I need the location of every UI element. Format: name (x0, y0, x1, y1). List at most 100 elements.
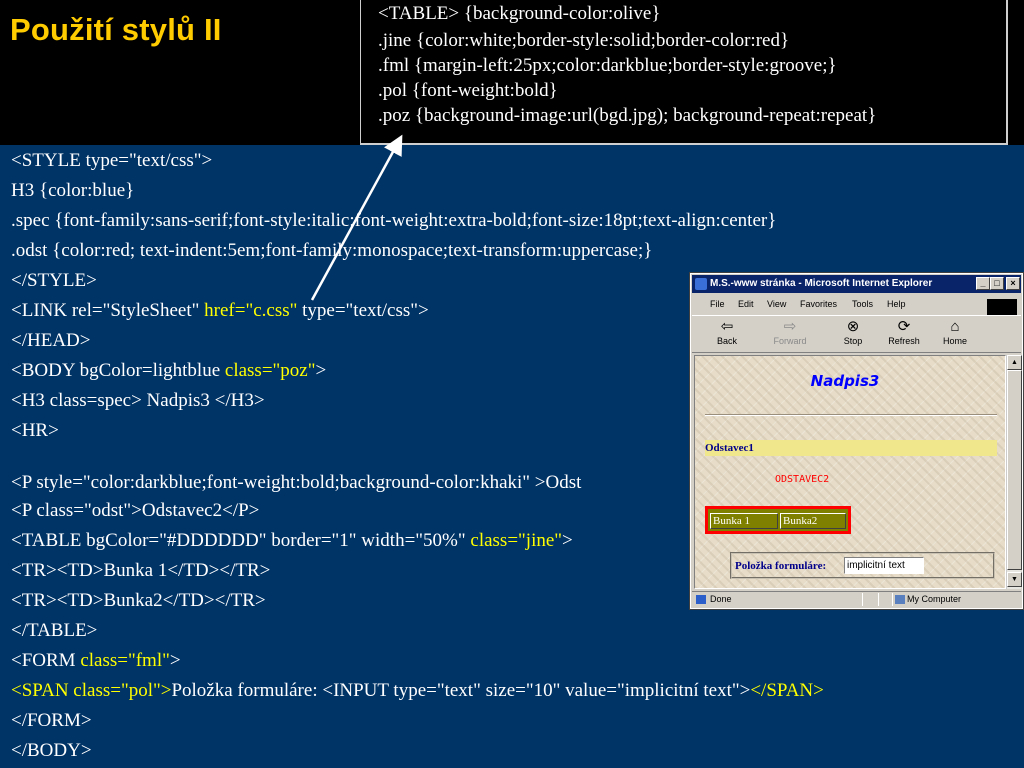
code-line: <HR> (11, 420, 59, 442)
menu-bar: File Edit View Favorites Tools Help (692, 294, 1021, 316)
back-arrow-icon: ⇦ (720, 318, 734, 335)
vertical-scrollbar[interactable]: ▲ ▼ (1006, 355, 1022, 589)
forward-button[interactable]: ⇨ Forward (769, 318, 811, 352)
refresh-label: Refresh (888, 336, 920, 346)
security-zone: My Computer (907, 594, 962, 604)
form-label: Položka formuláre: (735, 560, 827, 572)
code-line: .spec {font-family:sans-serif;font-style… (11, 210, 776, 232)
code-line: <BODY bgColor=lightblue class="poz"> (11, 360, 326, 382)
page-form: Položka formuláre: (730, 552, 995, 579)
computer-icon (895, 595, 905, 604)
refresh-button[interactable]: ⟳ Refresh (883, 318, 925, 352)
code-highlight: class="fml" (80, 650, 170, 671)
form-text-input[interactable] (844, 557, 924, 574)
code-highlight: <SPAN class="pol"> (11, 680, 172, 701)
code-line: <STYLE type="text/css"> (11, 150, 212, 172)
code-text: <HR> (11, 420, 59, 441)
code-text: </STYLE> (11, 270, 97, 291)
code-text: > (315, 360, 327, 381)
css-rule-line: <TABLE> {background-color:olive} (378, 3, 661, 24)
forward-arrow-icon: ⇨ (783, 318, 797, 335)
code-text: <STYLE type="text/css"> (11, 150, 213, 171)
code-line: <TR><TD>Bunka 1</TD></TR> (11, 560, 270, 582)
browser-toolbar: ⇦ Back ⇨ Forward ⊗ Stop ⟳ Refresh ⌂ Home (692, 315, 1021, 353)
code-line: <TR><TD>Bunka2</TD></TR> (11, 590, 266, 612)
code-line: <P style="color:darkblue;font-weight:bol… (11, 472, 581, 494)
code-text: <LINK rel="StyleSheet" (11, 300, 205, 321)
code-text: <P class="odst">Odstavec2</P> (11, 500, 260, 521)
slide-title: Použití stylů II (10, 12, 222, 47)
status-text: Done (710, 594, 732, 604)
code-text: .odst {color:red; text-indent:5em;font-f… (11, 240, 653, 261)
code-line: </FORM> (11, 710, 92, 732)
code-highlight: class="poz" (224, 360, 316, 381)
code-text: > (169, 650, 181, 671)
code-line: <TABLE bgColor="#DDDDDD" border="1" widt… (11, 530, 573, 552)
code-text: Položka formuláre: <INPUT type="text" si… (171, 680, 751, 701)
code-text: </FORM> (11, 710, 92, 731)
menu-view[interactable]: View (767, 299, 786, 309)
code-line: <SPAN class="pol">Položka formuláre: <IN… (11, 680, 824, 702)
page-heading: Nadpis3 (810, 372, 880, 390)
css-rule-line: .poz {background-image:url(bgd.jpg); bac… (378, 105, 877, 126)
maximize-button[interactable]: □ (990, 277, 1004, 290)
stop-button[interactable]: ⊗ Stop (832, 318, 874, 352)
code-line: <P class="odst">Odstavec2</P> (11, 500, 259, 522)
paragraph-two: ODSTAVEC2 (775, 474, 830, 485)
home-button[interactable]: ⌂ Home (934, 318, 976, 352)
menu-favorites[interactable]: Favorites (800, 299, 837, 309)
windows-logo-icon (987, 299, 1017, 316)
stop-label: Stop (843, 336, 863, 346)
code-text: > (562, 530, 573, 551)
menu-help[interactable]: Help (887, 299, 906, 309)
back-label: Back (716, 336, 737, 346)
code-text: <BODY bgColor=lightblue (11, 360, 225, 381)
table-cell: Bunka2 (780, 513, 846, 529)
code-line: <LINK rel="StyleSheet" href="c.css" type… (11, 300, 429, 322)
scroll-up-icon[interactable]: ▲ (1007, 355, 1022, 370)
scroll-down-icon[interactable]: ▼ (1007, 572, 1022, 587)
browser-titlebar[interactable]: M.S.-www stránka - Microsoft Internet Ex… (692, 275, 1021, 293)
code-text: <FORM (11, 650, 81, 671)
code-highlight: class="jine" (470, 530, 563, 551)
refresh-icon: ⟳ (897, 318, 911, 335)
code-text: </TABLE> (11, 620, 98, 641)
scroll-thumb[interactable] (1007, 370, 1022, 570)
close-button[interactable]: × (1006, 277, 1020, 290)
code-line: </HEAD> (11, 330, 90, 352)
status-separator (862, 593, 863, 606)
status-bar: Done My Computer (692, 591, 1021, 607)
code-text: </BODY> (11, 740, 92, 761)
code-line: </TABLE> (11, 620, 97, 642)
home-label: Home (942, 336, 967, 346)
status-separator (892, 593, 893, 606)
status-separator (878, 593, 879, 606)
code-line: <FORM class="fml"> (11, 650, 181, 672)
minimize-button[interactable]: _ (976, 277, 990, 290)
page-icon (696, 595, 706, 604)
css-rule-line: .pol {font-weight:bold} (378, 80, 558, 101)
menu-tools[interactable]: Tools (852, 299, 873, 309)
browser-content: Nadpis3 Odstavec1 ODSTAVEC2 Bunka 1 Bunk… (694, 355, 1006, 589)
back-button[interactable]: ⇦ Back (706, 318, 748, 352)
code-text: <TABLE bgColor="#DDDDDD" border="1" widt… (11, 530, 471, 551)
code-line: .odst {color:red; text-indent:5em;font-f… (11, 240, 652, 262)
code-text: H3 {color:blue} (11, 180, 135, 201)
css-rule-line: .jine {color:white;border-style:solid;bo… (378, 30, 790, 51)
menu-edit[interactable]: Edit (738, 299, 754, 309)
table-cell: Bunka 1 (710, 513, 778, 529)
stop-icon: ⊗ (846, 318, 860, 335)
code-text: <TR><TD>Bunka2</TD></TR> (11, 590, 266, 611)
browser-window: M.S.-www stránka - Microsoft Internet Ex… (689, 272, 1024, 610)
code-text: <H3 class=spec> Nadpis3 </H3> (11, 390, 265, 411)
browser-title: M.S.-www stránka - Microsoft Internet Ex… (710, 278, 933, 289)
code-text: <TR><TD>Bunka 1</TD></TR> (11, 560, 271, 581)
forward-label: Forward (773, 336, 807, 346)
ie-app-icon (695, 278, 707, 290)
css-rule-line: .fml {margin-left:25px;color:darkblue;bo… (378, 55, 837, 76)
menu-file[interactable]: File (710, 299, 725, 309)
paragraph-one: Odstavec1 (705, 440, 997, 456)
code-line: H3 {color:blue} (11, 180, 134, 202)
code-line: <H3 class=spec> Nadpis3 </H3> (11, 390, 265, 412)
code-text: </HEAD> (11, 330, 91, 351)
